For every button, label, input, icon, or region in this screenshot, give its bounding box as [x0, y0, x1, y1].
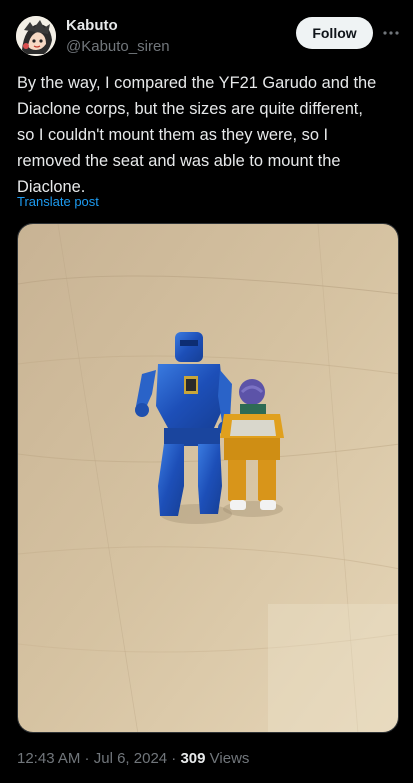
more-dots-icon[interactable] [382, 24, 400, 42]
meta-separator: · [80, 750, 94, 767]
post-text: By the way, I compared the YF21 Garudo a… [17, 74, 377, 196]
post-date[interactable]: Jul 6, 2024 [94, 750, 167, 767]
post-time[interactable]: 12:43 AM [17, 750, 80, 767]
views-label: Views [209, 750, 250, 767]
meta-separator-2: · [167, 750, 181, 767]
photo-two-action-figures [18, 224, 398, 732]
post-meta: 12:43 AM · Jul 6, 2024 · 309 Views [17, 750, 249, 767]
post-container: Kabuto @Kabuto_siren Follow By the way, … [0, 0, 413, 783]
translate-post-link[interactable]: Translate post [17, 194, 99, 209]
views-count: 309 [180, 750, 206, 767]
follow-button[interactable]: Follow [296, 17, 373, 49]
avatar[interactable] [16, 16, 56, 56]
author-handle[interactable]: @Kabuto_siren [66, 38, 170, 55]
post-media-photo[interactable] [17, 223, 399, 733]
avatar-image [16, 16, 56, 56]
author-name[interactable]: Kabuto [66, 17, 118, 34]
